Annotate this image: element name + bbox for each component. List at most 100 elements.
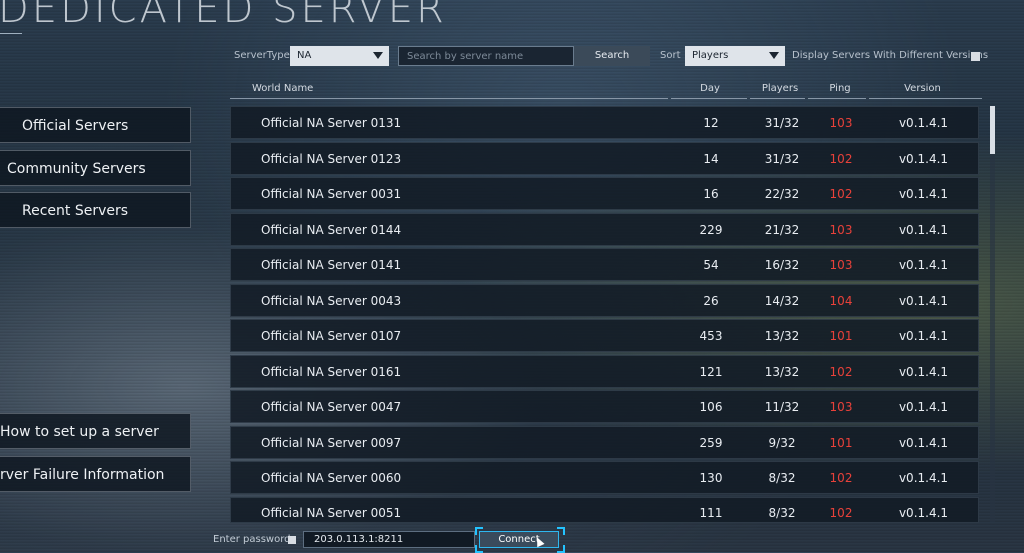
server-version: v0.1.4.1 xyxy=(898,400,949,414)
server-version: v0.1.4.1 xyxy=(898,293,949,308)
header-divider xyxy=(869,98,982,99)
scrollbar[interactable] xyxy=(990,106,995,522)
header-version[interactable]: Version xyxy=(895,82,950,96)
server-version: v0.1.4.1 xyxy=(898,364,949,379)
server-players: 11/32 xyxy=(764,400,800,414)
server-ping: 103 xyxy=(829,400,853,414)
header-day[interactable]: Day xyxy=(685,82,735,96)
sidebar-item-official-servers[interactable]: Official Servers xyxy=(0,107,191,143)
sidebar-item-label: Recent Servers xyxy=(22,203,129,219)
server-ping: 102 xyxy=(829,151,853,166)
server-day: 16 xyxy=(703,187,719,201)
address-field[interactable]: 203.0.113.1:8211 xyxy=(303,531,475,548)
server-players: 13/32 xyxy=(764,329,800,343)
table-row[interactable]: Official NA Server 0123 14 31/32 102 v0.… xyxy=(230,141,979,175)
server-name: Official NA Server 0043 xyxy=(261,293,402,308)
server-day: 26 xyxy=(703,293,719,308)
table-row[interactable]: Official NA Server 0051 111 8/32 102 v0.… xyxy=(230,496,979,523)
server-type-value: NA xyxy=(297,50,312,61)
server-day: 259 xyxy=(699,435,723,450)
server-ping: 101 xyxy=(829,329,853,343)
search-button[interactable]: Search xyxy=(574,46,650,66)
server-day: 229 xyxy=(699,222,723,237)
sidebar-item-label: Official Servers xyxy=(22,118,129,134)
server-name: Official NA Server 0031 xyxy=(261,187,402,201)
header-divider xyxy=(230,98,668,99)
server-ping: 102 xyxy=(829,505,853,520)
sidebar-item-recent-servers[interactable]: Recent Servers xyxy=(0,192,191,228)
sidebar-item-server-failure-info[interactable]: rver Failure Information xyxy=(0,456,191,492)
server-day: 121 xyxy=(699,364,723,379)
server-players: 16/32 xyxy=(764,258,800,272)
password-label: Enter password xyxy=(213,534,291,545)
server-ping: 103 xyxy=(829,222,853,237)
sidebar-item-label: rver Failure Information xyxy=(0,467,165,483)
server-name: Official NA Server 0144 xyxy=(261,222,402,237)
sort-value: Players xyxy=(692,50,729,61)
server-players: 9/32 xyxy=(768,435,796,450)
server-version: v0.1.4.1 xyxy=(898,116,949,130)
server-version: v0.1.4.1 xyxy=(898,435,949,450)
server-players: 13/32 xyxy=(764,364,800,379)
server-ping: 102 xyxy=(829,471,853,485)
header-players[interactable]: Players xyxy=(755,82,805,96)
server-ping: 102 xyxy=(829,364,853,379)
header-divider xyxy=(750,98,805,99)
table-row[interactable]: Official NA Server 0131 12 31/32 103 v0.… xyxy=(230,106,979,139)
server-day: 14 xyxy=(703,151,719,166)
server-players: 8/32 xyxy=(768,505,796,520)
header-ping[interactable]: Ping xyxy=(815,82,865,96)
server-version: v0.1.4.1 xyxy=(898,258,949,272)
password-checkbox[interactable] xyxy=(288,536,296,544)
sidebar-item-label: How to set up a server xyxy=(0,424,159,440)
sort-dropdown[interactable]: Players xyxy=(685,46,785,66)
server-players: 21/32 xyxy=(764,222,800,237)
server-type-label: ServerType xyxy=(234,50,290,61)
sort-label: Sort xyxy=(660,50,681,61)
table-row[interactable]: Official NA Server 0107 453 13/32 101 v0… xyxy=(230,319,979,352)
table-row[interactable]: Official NA Server 0060 130 8/32 102 v0.… xyxy=(230,461,979,494)
table-row[interactable]: Official NA Server 0031 16 22/32 102 v0.… xyxy=(230,177,979,210)
sidebar-item-community-servers[interactable]: Community Servers xyxy=(0,150,191,186)
table-row[interactable]: Official NA Server 0161 121 13/32 102 v0… xyxy=(230,354,979,388)
server-name: Official NA Server 0107 xyxy=(261,329,402,343)
sidebar-item-setup-guide[interactable]: How to set up a server xyxy=(0,413,191,449)
server-ping: 103 xyxy=(829,116,853,130)
server-name: Official NA Server 0131 xyxy=(261,116,402,130)
server-type-dropdown[interactable]: NA xyxy=(290,46,389,66)
connect-button[interactable]: Connect xyxy=(479,531,559,548)
scrollbar-thumb[interactable] xyxy=(990,106,995,154)
server-version: v0.1.4.1 xyxy=(898,187,949,201)
server-version: v0.1.4.1 xyxy=(898,505,949,520)
server-day: 130 xyxy=(699,471,723,485)
server-version: v0.1.4.1 xyxy=(898,329,949,343)
server-name: Official NA Server 0051 xyxy=(261,505,402,520)
search-input[interactable]: Search by server name xyxy=(398,46,574,66)
server-ping: 101 xyxy=(829,435,853,450)
title-underline xyxy=(0,33,22,34)
table-row[interactable]: Official NA Server 0144 229 21/32 103 v0… xyxy=(230,212,979,246)
header-divider xyxy=(808,98,866,99)
header-divider xyxy=(671,98,747,99)
server-day: 111 xyxy=(699,505,723,520)
table-row[interactable]: Official NA Server 0043 26 14/32 104 v0.… xyxy=(230,283,979,317)
server-ping: 104 xyxy=(829,293,853,308)
table-row[interactable]: Official NA Server 0097 259 9/32 101 v0.… xyxy=(230,425,979,459)
server-name: Official NA Server 0097 xyxy=(261,435,402,450)
server-day: 54 xyxy=(703,258,719,272)
sidebar-item-label: Community Servers xyxy=(7,161,146,177)
different-versions-label: Display Servers With Different Versions xyxy=(792,50,989,61)
server-players: 8/32 xyxy=(768,471,796,485)
table-header: World Name Day Players Ping Version xyxy=(230,82,982,100)
server-name: Official NA Server 0123 xyxy=(261,151,402,166)
server-version: v0.1.4.1 xyxy=(898,222,949,237)
server-day: 453 xyxy=(699,329,723,343)
server-version: v0.1.4.1 xyxy=(898,151,949,166)
header-world-name[interactable]: World Name xyxy=(252,82,313,96)
different-versions-checkbox[interactable] xyxy=(971,52,980,61)
chevron-down-icon xyxy=(373,52,383,59)
table-row[interactable]: Official NA Server 0047 106 11/32 103 v0… xyxy=(230,390,979,423)
server-version: v0.1.4.1 xyxy=(898,471,949,485)
table-row[interactable]: Official NA Server 0141 54 16/32 103 v0.… xyxy=(230,248,979,281)
server-ping: 103 xyxy=(829,258,853,272)
